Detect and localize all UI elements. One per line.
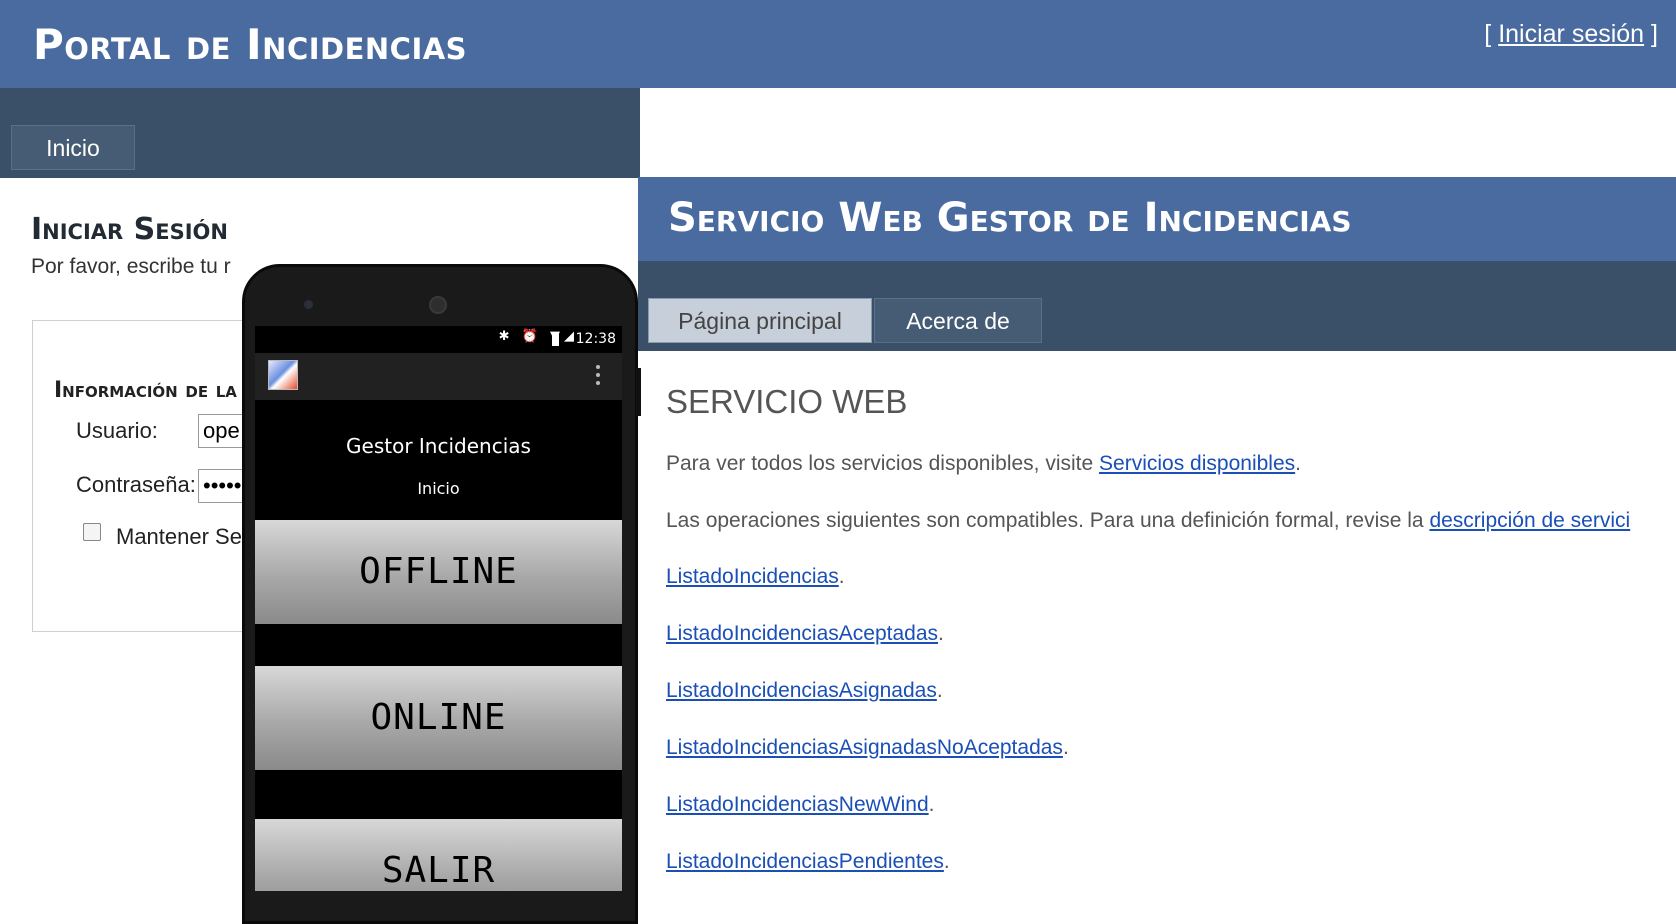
operation-suffix: . [928, 793, 935, 816]
bracket-open: [ [1484, 20, 1499, 48]
services-text: Para ver todos los servicios disponibles… [666, 452, 1100, 475]
phone-side-button [636, 368, 641, 416]
operation-link[interactable]: ListadoIncidenciasAsignadasNoAceptadas [666, 736, 1063, 759]
status-bar: ✱ ⏰ ▼◢ 12:38 [255, 326, 622, 353]
operations-paragraph: Las operaciones siguientes son compatibl… [666, 509, 1630, 533]
online-button[interactable]: ONLINE [255, 666, 622, 770]
services-link[interactable]: Servicios disponibles [1099, 452, 1295, 475]
webservice-title: Servicio Web Gestor de Incidencias [668, 195, 1352, 241]
app-subtitle: Inicio [417, 479, 460, 498]
operations-text: Las operaciones siguientes son compatibl… [666, 509, 1430, 532]
operation-suffix: . [938, 622, 944, 645]
action-bar [255, 353, 622, 400]
login-link-wrap: [ Iniciar sesión ] [1484, 20, 1658, 49]
tab-inicio[interactable]: Inicio [11, 125, 135, 170]
offline-button[interactable]: OFFLINE [255, 520, 622, 624]
password-label: Contraseña: [76, 472, 196, 497]
status-time: 12:38 [575, 331, 616, 347]
services-end: . [1295, 452, 1301, 475]
operation-item: ListadoIncidenciasAceptadas. [666, 622, 944, 646]
operation-link[interactable]: ListadoIncidenciasAceptadas [666, 622, 938, 645]
operation-link[interactable]: ListadoIncidencias [666, 565, 839, 588]
tab-acerca-de[interactable]: Acerca de [874, 298, 1042, 343]
phone-sensor [304, 300, 313, 309]
operation-link[interactable]: ListadoIncidenciasAsignadas [666, 679, 937, 702]
login-link[interactable]: Iniciar sesión [1498, 20, 1644, 48]
phone-camera [429, 296, 447, 314]
operation-item: ListadoIncidenciasNewWind. [666, 793, 934, 817]
operation-item: ListadoIncidenciasAsignadasNoAceptadas. [666, 736, 1069, 760]
operation-suffix: . [936, 679, 943, 702]
login-heading: Iniciar Sesión [31, 212, 228, 247]
operation-link[interactable]: ListadoIncidenciasNewWind [666, 793, 929, 816]
login-instructions: Por favor, escribe tu r [31, 255, 231, 278]
salir-button[interactable]: SALIR [255, 819, 622, 891]
operation-suffix: . [943, 850, 950, 873]
services-paragraph: Para ver todos los servicios disponibles… [666, 452, 1301, 476]
app-logo-icon [268, 360, 298, 390]
operation-item: ListadoIncidencias. [666, 565, 845, 589]
remember-label: Mantener Se [116, 524, 242, 549]
status-icons: ✱ ⏰ ▼◢ [498, 329, 578, 344]
operation-suffix: . [838, 565, 845, 588]
operation-link[interactable]: ListadoIncidenciasPendientes [666, 850, 944, 873]
bracket-close: ] [1644, 20, 1658, 48]
portal-title: Portal de Incidencias [33, 20, 468, 69]
overflow-menu-icon[interactable] [596, 365, 600, 385]
remember-checkbox[interactable] [83, 523, 101, 541]
operation-item: ListadoIncidenciasAsignadas. [666, 679, 943, 703]
fieldset-legend: Información de la [54, 378, 237, 403]
phone-screen: ✱ ⏰ ▼◢ 12:38 Gestor Incidencias Inicio O… [255, 326, 622, 891]
description-link[interactable]: descripción de servici [1429, 509, 1630, 532]
operation-suffix: . [1062, 736, 1069, 759]
operation-item: ListadoIncidenciasPendientes. [666, 850, 950, 874]
battery-icon [552, 333, 559, 346]
content-title: SERVICIO WEB [666, 383, 908, 420]
tab-pagina-principal[interactable]: Página principal [648, 298, 872, 343]
webservice-panel: Servicio Web Gestor de Incidencias Págin… [638, 177, 1676, 891]
username-label: Usuario: [76, 418, 158, 443]
app-title: Gestor Incidencias [346, 434, 531, 458]
